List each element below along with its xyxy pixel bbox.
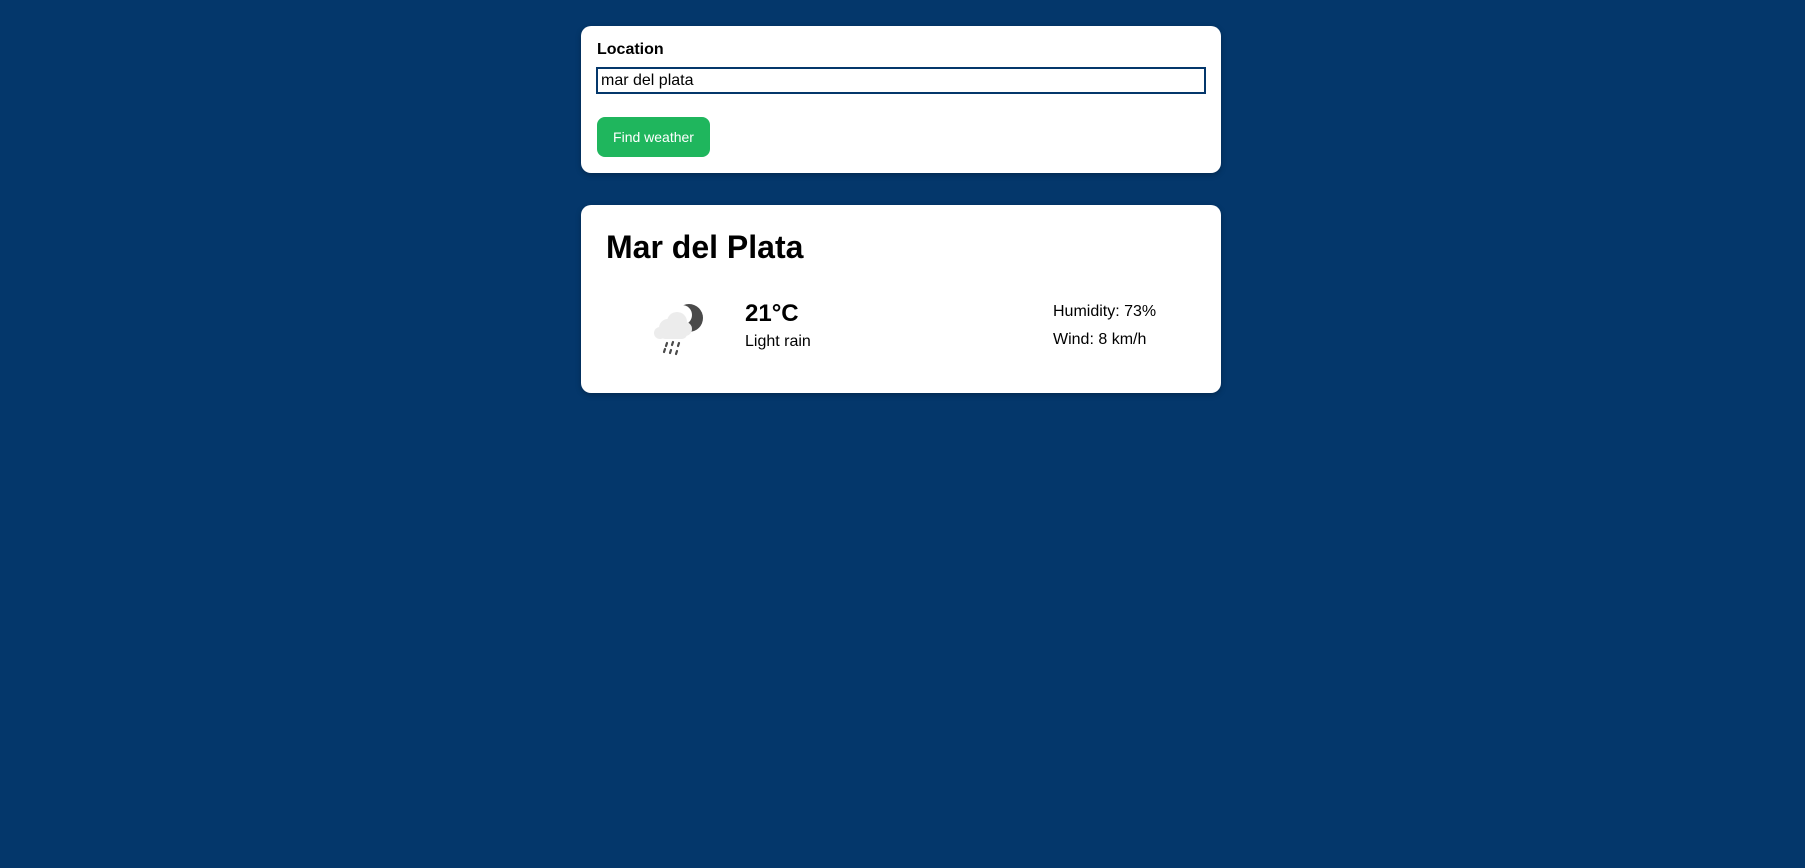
location-input[interactable] bbox=[596, 67, 1206, 94]
city-name: Mar del Plata bbox=[606, 229, 804, 265]
location-label: Location bbox=[597, 41, 664, 58]
wind-value: Wind: 8 km/h bbox=[1053, 331, 1147, 348]
temperature: 21°C bbox=[745, 300, 799, 327]
humidity-value: Humidity: 73% bbox=[1053, 303, 1157, 320]
search-card: Location Find weather bbox=[581, 26, 1221, 173]
weather-condition: Light rain bbox=[745, 333, 811, 350]
cloud-moon-rain-icon bbox=[654, 304, 703, 356]
weather-card: Mar del Plata 21°C Light rain Humidity: … bbox=[581, 205, 1221, 393]
find-weather-button[interactable]: Find weather bbox=[597, 117, 710, 157]
